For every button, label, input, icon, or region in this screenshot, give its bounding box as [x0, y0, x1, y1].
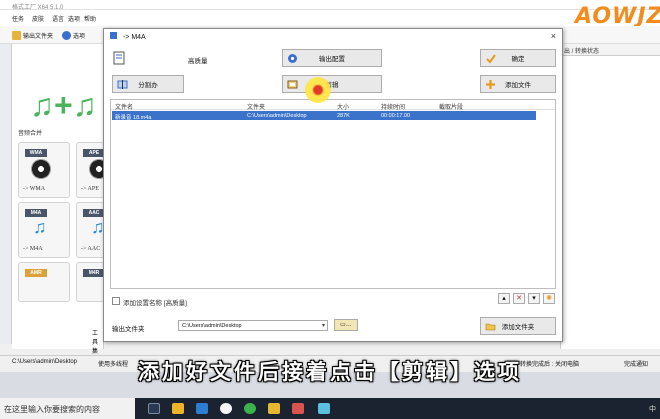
col-size[interactable]: 大小: [337, 102, 349, 111]
add-file-icon: [486, 80, 495, 89]
output-folder-select[interactable]: C:\Users\admin\Desktop ▾: [178, 320, 328, 331]
task-list-header: 出 / 转换状态: [560, 44, 660, 56]
col-folder[interactable]: 文件夹: [247, 102, 265, 111]
tile-m4a[interactable]: M4A ♫ -> M4A: [18, 202, 70, 258]
left-category-strip: [0, 44, 12, 344]
windows-taskbar: 在这里输入你要搜索的内容 中: [0, 398, 660, 419]
folder-icon: [485, 323, 496, 331]
file-size: 287K: [337, 112, 350, 119]
quality-label: 高质量: [188, 58, 208, 65]
audio-merge-icon[interactable]: ♫+♫: [30, 85, 97, 125]
tile-wma[interactable]: WMA -> WMA: [18, 142, 70, 198]
list-delete-button[interactable]: ✕: [513, 293, 525, 304]
list-clear-button[interactable]: ▾: [528, 293, 540, 304]
menu-task[interactable]: 任务: [12, 14, 24, 23]
aac-label: -> AAC: [81, 246, 101, 252]
disc-icon: [31, 159, 51, 179]
menu-language[interactable]: 语言: [52, 14, 64, 23]
output-folder-toolbar-label: 输出文件夹: [23, 33, 54, 40]
arrow-up-icon: ▴: [502, 295, 506, 302]
output-folder-label: 输出文件夹: [112, 326, 145, 333]
video-subtitle: 添加好文件后接着点击【剪辑】选项: [138, 360, 522, 384]
ape-label: -> APE: [81, 186, 99, 192]
ok-icon: [486, 54, 496, 64]
clear-icon: ▾: [532, 295, 536, 302]
toolbox-label[interactable]: 工具集: [92, 328, 103, 355]
output-folder-value: C:\Users\admin\Desktop: [182, 322, 242, 329]
m4a-badge: M4A: [25, 209, 47, 217]
options-toolbar-label: 选项: [73, 33, 86, 40]
task-list-panel: [560, 44, 660, 349]
add-setting-name-label: 添加设置名称 [高质量]: [123, 300, 187, 307]
menu-skin[interactable]: 皮肤: [32, 14, 44, 23]
add-setting-name-checkbox[interactable]: [112, 297, 120, 305]
chevron-down-icon: ▾: [321, 323, 325, 329]
menu-help[interactable]: 帮助: [84, 14, 96, 23]
output-config-icon: [288, 54, 297, 63]
qq-icon[interactable]: [220, 403, 232, 414]
music-note-icon: ♫: [33, 217, 47, 237]
file-explorer-icon[interactable]: [172, 403, 184, 414]
list-settings-button[interactable]: ✺: [543, 293, 555, 304]
main-titlebar: 格式工厂 X64 5.1.0: [0, 0, 660, 11]
clip-button[interactable]: 剪辑: [282, 75, 382, 93]
ape-badge: APE: [83, 149, 105, 157]
options-toolbar-button[interactable]: 选项: [62, 29, 85, 41]
list-top-button[interactable]: ▴: [498, 293, 510, 304]
quality-icon: [112, 51, 128, 65]
col-filename[interactable]: 文件名: [115, 102, 133, 111]
browser-icon[interactable]: [244, 403, 256, 414]
main-menubar: 任务 皮肤 语言 选项 帮助: [0, 10, 660, 26]
wma-badge: WMA: [25, 149, 47, 157]
clip-icon: [287, 80, 298, 89]
m4r-badge: M4R: [83, 269, 105, 277]
gear-icon: ✺: [546, 295, 552, 302]
system-tray[interactable]: 中: [649, 404, 656, 414]
browse-folder-button[interactable]: ▭…: [334, 319, 358, 331]
file-name: 新录音 18.m4a: [115, 114, 152, 121]
output-config-button[interactable]: 输出配置: [282, 49, 382, 67]
taskbar-search-text: 在这里输入你要搜索的内容: [4, 405, 100, 414]
task-view-icon[interactable]: [148, 403, 160, 414]
aac-badge: AAC: [83, 209, 105, 217]
options-icon: [62, 30, 71, 40]
app-icon-2[interactable]: [292, 403, 304, 414]
wma-label: -> WMA: [23, 186, 46, 192]
amr-badge: AMR: [25, 269, 47, 277]
menu-options[interactable]: 选项: [68, 14, 80, 23]
tile-amr[interactable]: AMR: [18, 262, 70, 302]
add-file-button[interactable]: 添加文件: [480, 75, 556, 93]
file-folder: C:\Users\admin\Desktop: [247, 112, 307, 119]
ok-button[interactable]: 确定: [480, 49, 556, 67]
split-icon: [117, 80, 128, 89]
col-clip[interactable]: 截取片段: [439, 102, 463, 111]
m4a-label: -> M4A: [23, 246, 43, 252]
output-folder-toolbar-button[interactable]: 输出文件夹: [12, 29, 53, 41]
taskbar-search-box[interactable]: 在这里输入你要搜索的内容: [0, 398, 135, 419]
file-list[interactable]: 文件名 文件夹 大小 持续时间 截取片段 新录音 18.m4a C:\Users…: [110, 99, 556, 289]
delete-icon: ✕: [516, 295, 522, 302]
input-method-indicator[interactable]: 中: [649, 406, 656, 413]
dialog-titlebar: -> M4A: [104, 29, 562, 43]
dialog-close-button[interactable]: ×: [551, 31, 556, 41]
folder-icon: ▭…: [340, 322, 352, 328]
file-row[interactable]: 新录音 18.m4a C:\Users\admin\Desktop 287K 0…: [112, 111, 536, 121]
file-duration: 00:00:17.00: [381, 112, 411, 119]
dialog-title: -> M4A: [122, 34, 146, 41]
cursor-highlight: [305, 77, 331, 103]
format-factory-taskbar-icon[interactable]: [318, 403, 330, 414]
folder-icon: [12, 30, 21, 40]
add-folder-button[interactable]: 添加文件夹: [480, 317, 556, 335]
m4a-dialog: -> M4A × 高质量 输出配置 确定 分割办 剪辑 添加文件 文件名 文件夹…: [103, 28, 563, 342]
file-list-header: 文件名 文件夹 大小 持续时间 截取片段: [111, 100, 555, 111]
audio-merge-label: 音频合并: [18, 131, 43, 137]
col-duration[interactable]: 持续时间: [381, 102, 405, 111]
app-icon[interactable]: [268, 403, 280, 414]
mail-icon[interactable]: [196, 403, 208, 414]
dialog-app-icon: [110, 32, 117, 39]
split-button[interactable]: 分割办: [112, 75, 184, 93]
